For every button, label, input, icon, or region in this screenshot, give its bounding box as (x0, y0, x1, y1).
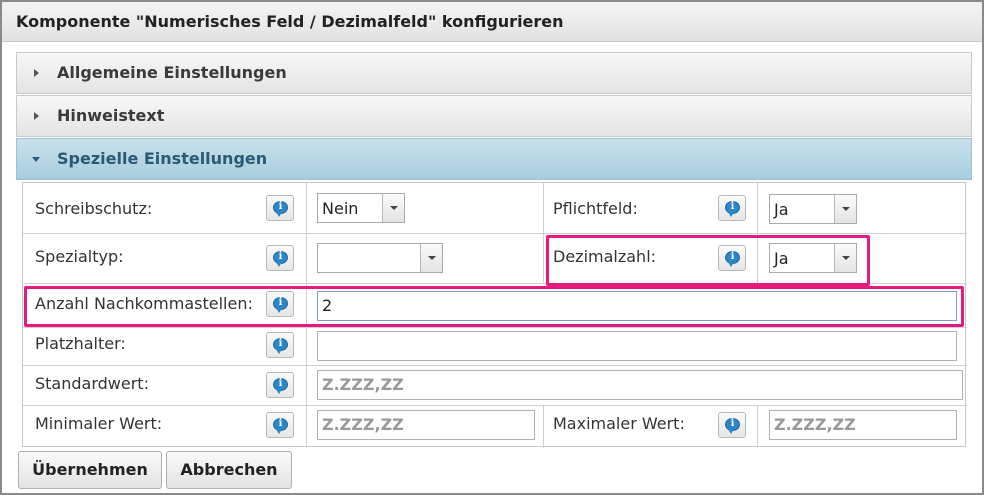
chevron-down-icon (32, 157, 40, 162)
info-icon: i (273, 201, 288, 217)
accordion-hint-text[interactable]: Hinweistext (16, 95, 972, 137)
chevron-right-icon (34, 69, 39, 77)
column-divider (543, 183, 544, 283)
info-icon: i (273, 251, 288, 267)
required-select-value: Ja (774, 200, 789, 219)
placeholder-input[interactable] (317, 331, 957, 361)
special-type-select[interactable] (317, 243, 443, 273)
max-value-input[interactable]: Z.ZZZ,ZZ (769, 410, 957, 440)
highlight-decimal-places (24, 286, 964, 327)
readonly-label: Schreibschutz: (35, 199, 153, 218)
info-icon-max-value[interactable]: i (718, 412, 746, 438)
column-divider (543, 405, 544, 448)
info-icon-default-value[interactable]: i (266, 372, 294, 398)
chevron-down-icon[interactable] (420, 244, 442, 272)
row-divider (23, 233, 967, 234)
min-value-label: Minimaler Wert: (35, 414, 163, 433)
accordion-special-label: Spezielle Einstellungen (57, 149, 268, 168)
required-select[interactable]: Ja (769, 194, 857, 224)
info-icon-special-type[interactable]: i (266, 245, 294, 271)
info-icon: i (273, 418, 288, 434)
default-value-label: Standardwert: (35, 374, 149, 393)
default-value-input[interactable]: Z.ZZZ,ZZ (317, 370, 963, 400)
info-icon-required[interactable]: i (718, 195, 746, 221)
chevron-down-icon[interactable] (834, 195, 856, 223)
readonly-select-value: Nein (322, 199, 359, 218)
info-icon-min-value[interactable]: i (266, 412, 294, 438)
special-type-label: Spezialtyp: (35, 247, 124, 266)
accordion-hint-label: Hinweistext (57, 106, 165, 125)
highlight-decimal (546, 235, 870, 286)
readonly-select[interactable]: Nein (317, 193, 405, 223)
config-dialog: Komponente "Numerisches Feld / Dezimalfe… (0, 0, 984, 495)
info-icon: i (725, 201, 740, 217)
required-label: Pflichtfeld: (553, 199, 638, 218)
info-icon: i (273, 378, 288, 394)
dialog-content: Allgemeine Einstellungen Hinweistext Spe… (16, 52, 972, 452)
accordion-general-settings[interactable]: Allgemeine Einstellungen (16, 52, 972, 94)
row-divider (23, 405, 967, 406)
accordion-special-settings[interactable]: Spezielle Einstellungen (16, 138, 972, 180)
info-icon: i (273, 338, 288, 354)
chevron-right-icon (34, 112, 39, 120)
cancel-button[interactable]: Abbrechen (166, 451, 292, 489)
min-value-input[interactable]: Z.ZZZ,ZZ (317, 410, 535, 440)
chevron-down-icon[interactable] (382, 194, 404, 222)
info-icon-placeholder[interactable]: i (266, 332, 294, 358)
info-icon-readonly[interactable]: i (266, 195, 294, 221)
apply-button[interactable]: Übernehmen (18, 451, 162, 489)
dialog-title: Komponente "Numerisches Feld / Dezimalfe… (2, 2, 982, 42)
placeholder-label: Platzhalter: (35, 334, 126, 353)
max-value-label: Maximaler Wert: (553, 414, 685, 433)
row-divider (23, 327, 967, 328)
row-divider (23, 365, 967, 366)
info-icon: i (725, 418, 740, 434)
column-divider (757, 405, 758, 448)
accordion-general-label: Allgemeine Einstellungen (57, 63, 287, 82)
